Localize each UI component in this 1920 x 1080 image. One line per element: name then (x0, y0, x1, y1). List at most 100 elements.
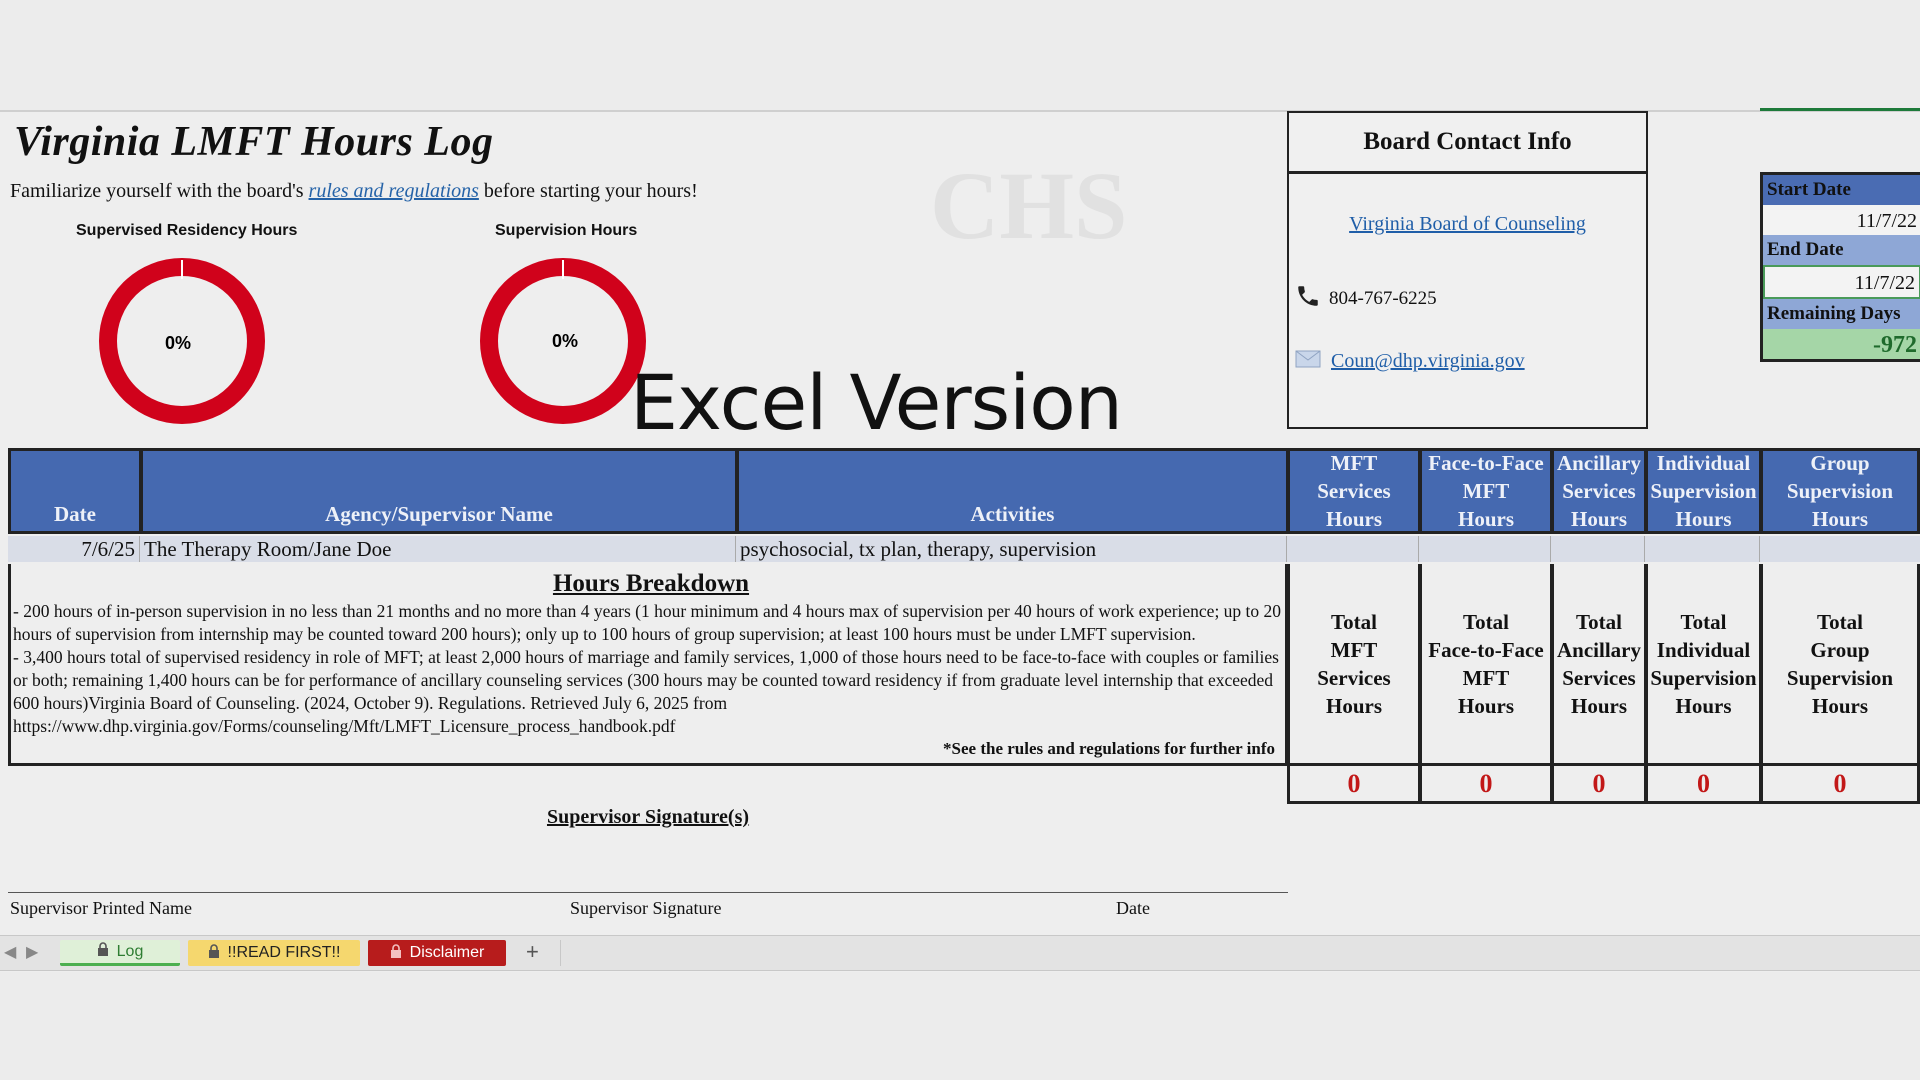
row-agency-cell[interactable]: The Therapy Room/Jane Doe (140, 536, 736, 562)
row-date-cell[interactable]: 7/6/25 (8, 536, 140, 562)
total-f2f-value: 0 (1419, 766, 1553, 804)
header-individual-supervision[interactable]: Individual Supervision Hours (1645, 448, 1762, 534)
total-line: Services (1562, 665, 1636, 690)
header-line: Services (1562, 479, 1636, 503)
end-date-value[interactable]: 11/7/22 (1763, 265, 1920, 299)
hours-breakdown-title: Hours Breakdown (552, 570, 750, 597)
phone-number: 804-767-6225 (1329, 288, 1437, 309)
header-face-to-face[interactable]: Face-to-Face MFT Hours (1419, 448, 1553, 534)
header-line: Hours (1811, 507, 1868, 531)
header-ancillary[interactable]: Ancillary Services Hours (1551, 448, 1647, 534)
total-ancillary-label: Total Ancillary Services Hours (1551, 564, 1647, 766)
total-line: Hours (1457, 693, 1514, 718)
gauge-supervision: 0% (480, 258, 646, 424)
header-group-supervision[interactable]: Group Supervision Hours (1760, 448, 1920, 534)
start-date-value[interactable]: 11/7/22 (1763, 205, 1920, 235)
email-icon (1295, 349, 1323, 374)
total-line: Supervision (1650, 665, 1757, 690)
supervisor-signature-title: Supervisor Signature(s) (546, 806, 750, 828)
total-line: Supervision (1786, 665, 1894, 690)
row-activities-cell[interactable]: psychosocial, tx plan, therapy, supervis… (736, 536, 1287, 562)
board-link[interactable]: Virginia Board of Counseling (1349, 213, 1586, 235)
tab-read-first[interactable]: !!READ FIRST!! (188, 940, 360, 966)
total-line: Group (1810, 637, 1870, 662)
header-line: Services (1317, 479, 1391, 503)
row-individual-cell[interactable] (1645, 536, 1760, 562)
header-line: Group (1810, 451, 1870, 475)
remaining-days-value: -972 (1763, 329, 1920, 359)
total-line: Total (1331, 609, 1377, 634)
tab-divider (560, 940, 561, 966)
row-ancillary-cell[interactable] (1551, 536, 1645, 562)
lock-icon (390, 943, 402, 963)
lock-icon (97, 942, 109, 961)
header-mft-services[interactable]: MFT Services Hours (1287, 448, 1421, 534)
tab-log-label: Log (116, 942, 144, 960)
tab-log[interactable]: Log (60, 940, 180, 966)
tab-disclaimer-label: Disclaimer (409, 944, 485, 961)
printed-name-label: Supervisor Printed Name (10, 898, 192, 918)
header-line: Ancillary (1557, 451, 1641, 475)
start-date-label: Start Date (1763, 175, 1920, 205)
total-group-value: 0 (1760, 766, 1920, 804)
date-label: Date (1116, 898, 1150, 918)
board-contact-title: Board Contact Info (1289, 113, 1646, 174)
total-individual-label: Total Individual Supervision Hours (1645, 564, 1762, 766)
intro-after: before starting your hours! (478, 180, 698, 202)
header-line: Face-to-Face (1428, 451, 1544, 475)
total-line: Ancillary (1557, 637, 1641, 662)
sheet-tab-bar: ◀ ▶ Log !!READ FIRST!! Disclaimer + (0, 935, 1920, 971)
header-line: Individual (1656, 451, 1751, 475)
see-rules-note: *See the rules and regulations for furth… (943, 739, 1275, 758)
board-contact-box: Board Contact Info Virginia Board of Cou… (1287, 111, 1648, 429)
row-mft-cell[interactable] (1287, 536, 1419, 562)
total-line: Individual (1656, 637, 1751, 662)
header-line: Hours (1675, 507, 1732, 531)
gauge-value-supervision: 0% (552, 331, 578, 351)
add-sheet-button[interactable]: + (526, 940, 539, 964)
signature-line (8, 892, 1288, 893)
total-line: Total (1680, 609, 1727, 634)
tab-disclaimer[interactable]: Disclaimer (368, 940, 506, 966)
header-activities[interactable]: Activities (736, 448, 1289, 534)
prev-sheet-icon[interactable]: ◀ (4, 942, 16, 962)
hours-breakdown-text: - 200 hours of in-person supervision in … (13, 601, 1282, 736)
tab-read-first-label: !!READ FIRST!! (227, 944, 341, 961)
header-line: MFT (1330, 451, 1378, 475)
total-individual-value: 0 (1645, 766, 1762, 804)
total-line: MFT (1330, 637, 1378, 662)
total-mft-value: 0 (1287, 766, 1421, 804)
header-date[interactable]: Date (8, 448, 142, 534)
hours-breakdown-box: Hours Breakdown - 200 hours of in-person… (8, 564, 1288, 766)
header-line: Supervision (1650, 479, 1757, 503)
total-line: Services (1317, 665, 1391, 690)
watermark-logo: CHS (930, 152, 1128, 259)
email-link[interactable]: Coun@dhp.virginia.gov (1331, 350, 1525, 373)
total-line: Hours (1570, 693, 1627, 718)
total-line: Hours (1811, 693, 1868, 718)
header-line: Hours (1570, 507, 1627, 531)
phone-icon (1295, 283, 1321, 315)
dates-panel: Start Date 11/7/22 End Date 11/7/22 Rema… (1760, 172, 1920, 362)
gauge-label-residency: Supervised Residency Hours (76, 222, 298, 239)
header-line: Supervision (1786, 479, 1894, 503)
total-line: MFT (1462, 665, 1510, 690)
header-line: MFT (1462, 479, 1510, 503)
header-agency[interactable]: Agency/Supervisor Name (140, 448, 738, 534)
excel-version-overlay: Excel Version (630, 358, 1123, 447)
rules-link[interactable]: rules and regulations (309, 180, 479, 202)
gauge-label-supervision: Supervision Hours (495, 222, 638, 239)
total-line: Total (1576, 609, 1622, 634)
page-title: Virginia LMFT Hours Log (14, 119, 494, 165)
signature-label: Supervisor Signature (570, 898, 722, 918)
total-ancillary-value: 0 (1551, 766, 1647, 804)
remaining-days-label: Remaining Days (1763, 299, 1920, 329)
total-line: Face-to-Face (1428, 637, 1544, 662)
row-group-cell[interactable] (1760, 536, 1920, 562)
header-line: Hours (1457, 507, 1514, 531)
next-sheet-icon[interactable]: ▶ (26, 942, 38, 962)
selection-indicator (1760, 108, 1920, 111)
total-line: Total (1463, 609, 1509, 634)
total-mft-label: Total MFT Services Hours (1287, 564, 1421, 766)
row-f2f-cell[interactable] (1419, 536, 1551, 562)
